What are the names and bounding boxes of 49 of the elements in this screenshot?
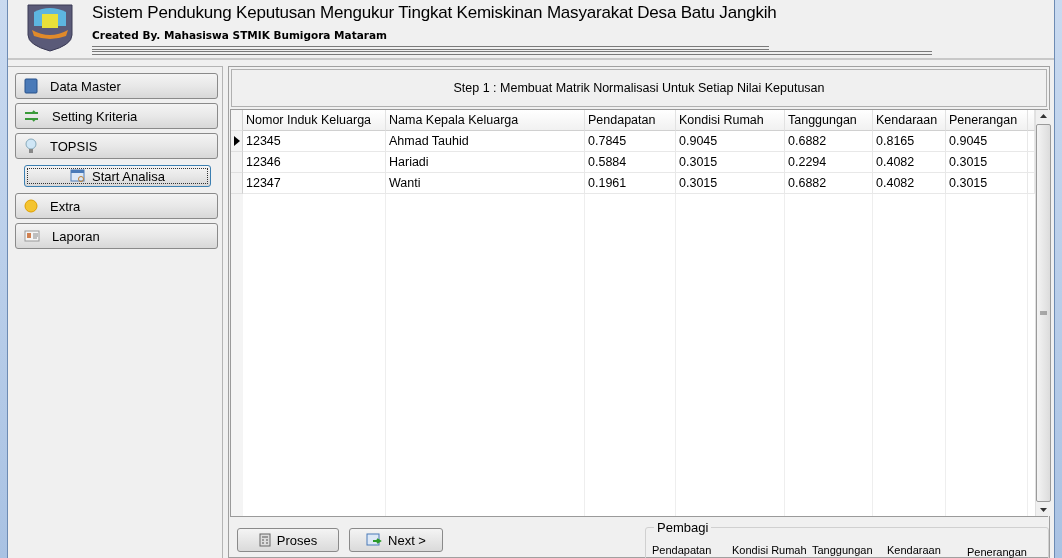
sun-icon — [24, 199, 38, 213]
menu-button[interactable]: Laporan — [15, 223, 218, 249]
field-label: Pendapatan — [652, 544, 713, 558]
menu-button[interactable]: Setting Kriteria — [15, 103, 218, 129]
table-cell: 0.5884 — [585, 152, 676, 173]
window-search-icon — [70, 169, 86, 183]
field-label: Penerangan — [967, 546, 1028, 558]
table-cell: 12346 — [243, 152, 386, 173]
column-header[interactable]: Penerangan — [946, 110, 1028, 131]
table-cell: Hariadi — [386, 152, 585, 173]
arrows-icon — [24, 110, 40, 122]
table-cell: 0.3015 — [676, 152, 785, 173]
column-header[interactable]: Nomor Induk Keluarga — [243, 110, 386, 131]
table-cell: 0.2294 — [785, 152, 873, 173]
table-cell: 12345 — [243, 131, 386, 152]
field-label: Tanggungan — [812, 544, 874, 558]
group-title: Pembagi — [654, 520, 712, 535]
app-subtitle: Created By. Mahasiswa STMIK Bumigora Mataram — [92, 29, 388, 41]
menu-button[interactable]: TOPSIS — [15, 133, 218, 159]
row-header[interactable] — [231, 131, 243, 152]
table-cell: 0.8165 — [873, 131, 946, 152]
table-cell: 0.3015 — [946, 152, 1028, 173]
table-cell: 0.9045 — [676, 131, 785, 152]
process-button[interactable]: Proses — [237, 528, 339, 552]
field-label: Kondisi Rumah — [732, 544, 808, 558]
column-header[interactable]: Pendapatan — [585, 110, 676, 131]
column-header[interactable]: Tanggungan — [785, 110, 873, 131]
column-header[interactable]: Nama Kepala Keluarga — [386, 110, 585, 131]
step-title: Step 1 : Membuat Matrik Normalisasi Untuk Setiap Nilai Keputusan — [231, 69, 1047, 107]
current-row-icon — [233, 136, 240, 146]
bulb-icon — [24, 138, 38, 154]
action-button[interactable]: Start Analisa — [24, 165, 211, 187]
table-cell: 0.6882 — [785, 131, 873, 152]
table-cell: Ahmad Tauhid — [386, 131, 585, 152]
column-header[interactable]: Kendaraan — [873, 110, 946, 131]
empty-column-header — [1028, 110, 1035, 131]
column-header[interactable]: Kondisi Rumah — [676, 110, 785, 131]
table-cell: 0.9045 — [946, 131, 1028, 152]
app-title: Sistem Pendukung Keputusan Mengukur Tingkat Kemiskinan Masyarakat Desa Batu Jangkih — [92, 3, 778, 23]
book-icon — [24, 78, 38, 94]
table-cell: 0.4082 — [873, 152, 946, 173]
menu-button[interactable]: Data Master — [15, 73, 218, 99]
menu-button[interactable]: Extra — [15, 193, 218, 219]
table-cell: 0.7845 — [585, 131, 676, 152]
calculator-icon — [258, 533, 271, 547]
field-label: Kendaraan — [887, 544, 942, 558]
id-card-icon — [24, 230, 40, 242]
grip-icon — [1040, 310, 1047, 316]
next-button[interactable]: Next > — [349, 528, 443, 552]
